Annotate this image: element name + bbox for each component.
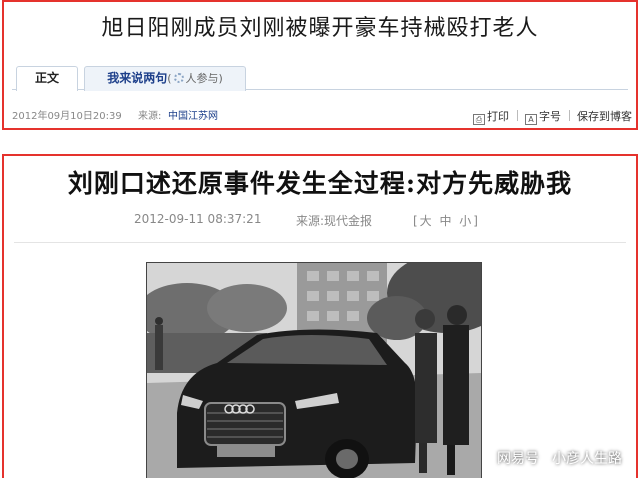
watermark-brand: 网易号 [497,451,539,467]
tab-main-label: 正文 [34,71,59,85]
fontsize-icon: A [525,114,537,125]
save-to-blog-label: 保存到博客 [577,110,632,123]
watermark: 网易号 小彦人生路 [497,448,622,468]
tab-bar: 正文 我来说两句(人参与) [12,64,628,91]
watermark-author: 小彦人生路 [552,451,622,467]
article-headline: 旭日阳刚成员刘刚被曝开豪车持械殴打老人 [101,16,539,41]
publish-date: 2012年09月10日20:39 [12,111,122,122]
publish-date-2: 2012-09-11 08:37:21 [134,212,262,226]
save-to-blog-button[interactable]: 保存到博客 [577,108,632,126]
tab-comments-label: 我来说两句 [107,71,168,85]
source-link[interactable]: 中国江苏网 [168,108,218,126]
print-icon: ⎙ [473,114,485,125]
bottom-article-panel: 刘刚口述还原事件发生全过程:对方先威胁我 2012-09-11 08:37:21… [2,154,638,478]
source-2: 来源:现代金报 [296,214,373,228]
print-button[interactable]: ⎙ 打印 [473,108,509,126]
top-article-panel: 旭日阳刚成员刘刚被曝开豪车持械殴打老人 正文 我来说两句(人参与) 2012年0… [2,0,638,130]
divider [14,242,626,243]
print-label: 打印 [487,110,509,123]
fontsize-button[interactable]: A 字号 [525,108,561,126]
article-tools: ⎙ 打印 A 字号 保存到博客 [469,108,632,126]
fontsize-label: 字号 [539,110,561,123]
article-headline-2: 刘刚口述还原事件发生全过程:对方先威胁我 [67,169,573,198]
fontsize-control[interactable]: [大 中 小] [413,212,480,229]
news-photo [146,262,482,478]
tab-main-text[interactable]: 正文 [16,66,78,91]
source-label: 来源: [138,111,162,122]
loading-icon [173,73,184,83]
tab-comments[interactable]: 我来说两句(人参与) [84,66,246,91]
article-meta: 2012年09月10日20:39 来源: 中国江苏网 ⎙ 打印 A 字号 保存到博客 [12,108,632,126]
participant-count-label: 人参与 [185,72,219,85]
